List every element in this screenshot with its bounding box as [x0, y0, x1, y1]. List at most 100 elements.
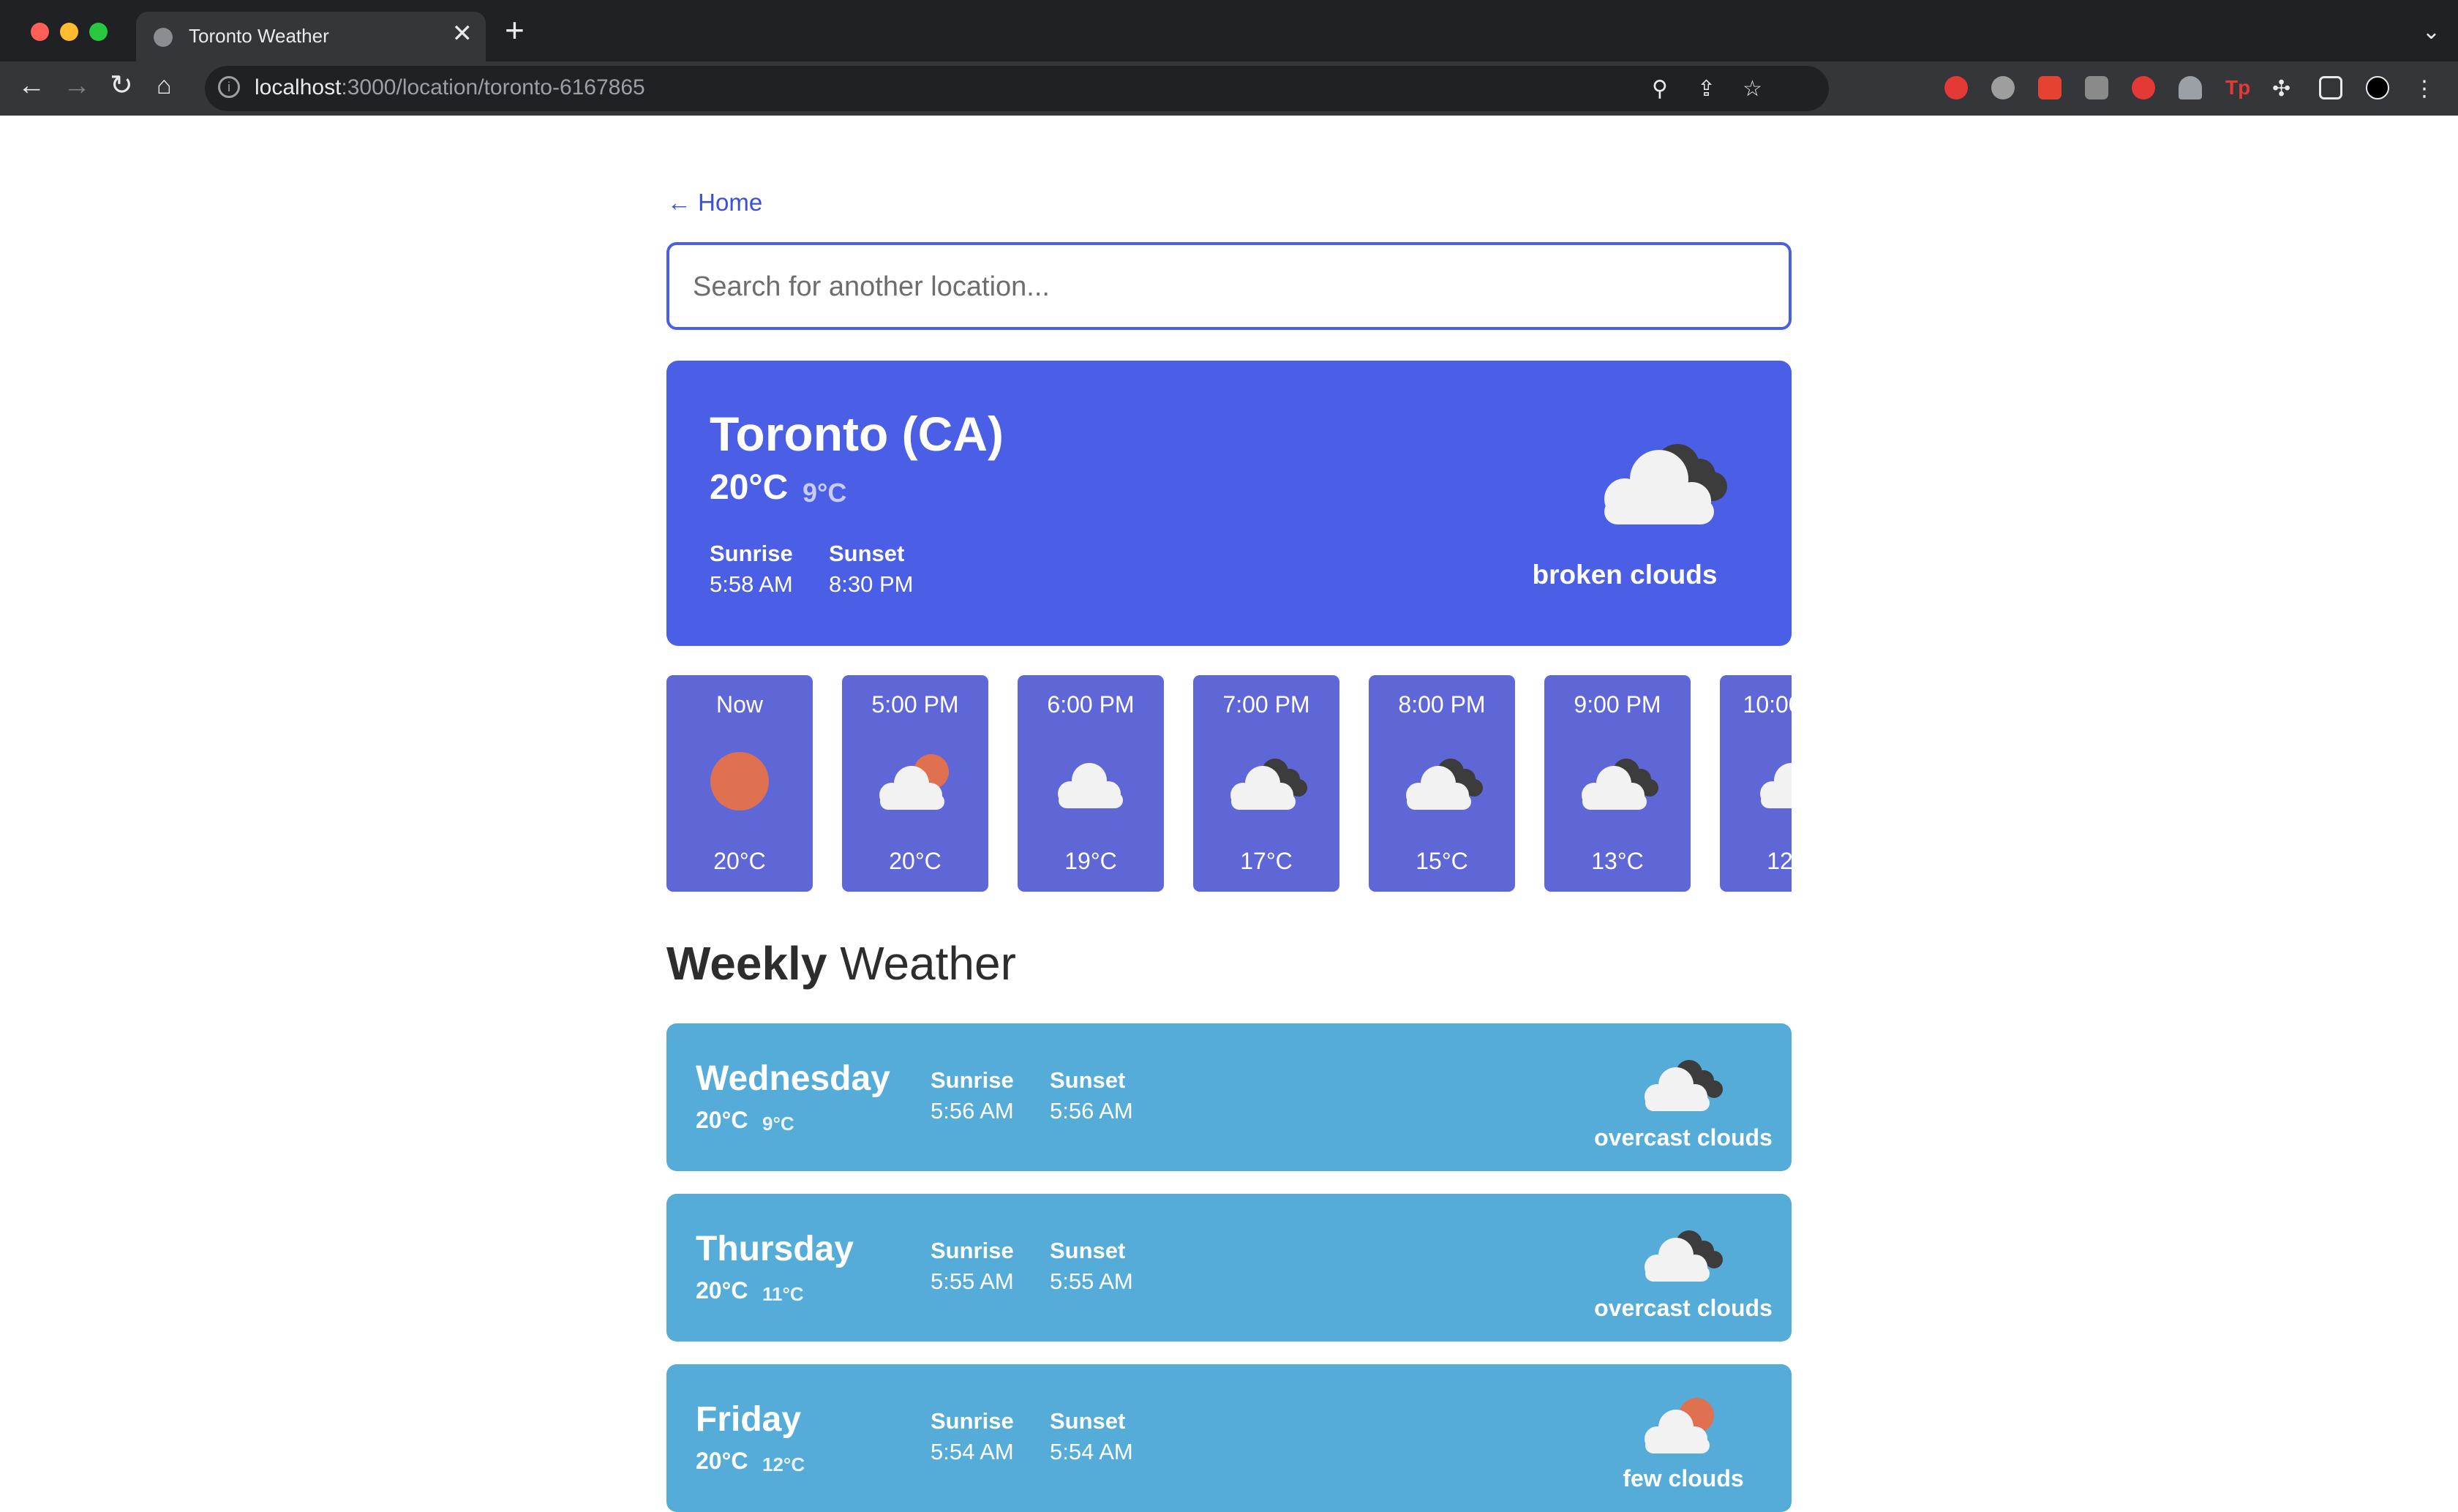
extensions-puzzle-icon[interactable]: ✣ [2272, 76, 2296, 101]
hour-temp: 12°C [1767, 848, 1792, 874]
home-icon[interactable]: ⌂ [157, 73, 172, 98]
extension-s-icon[interactable] [1991, 76, 2015, 99]
condition-text: broken clouds [1532, 560, 1718, 590]
minimize-window-button[interactable] [60, 23, 78, 41]
reload-icon[interactable]: ↻ [110, 72, 133, 99]
hourly-card[interactable]: 5:00 PM 20°C [842, 675, 988, 892]
day-card[interactable]: Friday 20°C 12°C Sunrise 5:54 AM Sunset … [666, 1364, 1792, 1512]
day-card[interactable]: Wednesday 20°C 9°C Sunrise 5:56 AM Sunse… [666, 1023, 1792, 1171]
extension-bird-icon[interactable] [2179, 76, 2202, 99]
day-name: Thursday [696, 1230, 854, 1268]
extension-tp-icon[interactable]: Tp [2225, 76, 2250, 99]
search-input[interactable] [691, 245, 1762, 328]
broken-clouds-icon [1645, 1060, 1723, 1111]
browser-tab[interactable]: Toronto Weather ✕ [136, 12, 486, 61]
hour-label: 8:00 PM [1398, 691, 1486, 718]
hour-label: Now [715, 691, 763, 718]
broken-clouds-icon [1230, 759, 1307, 810]
sunset-time: 5:56 AM [1050, 1098, 1133, 1124]
more-menu-icon[interactable]: ⋮ [2413, 76, 2436, 101]
city-name: Toronto (CA) [710, 407, 1004, 461]
sunrise-time: 5:56 AM [931, 1098, 1014, 1124]
cloud-icon [1058, 763, 1123, 808]
extension-hand-icon[interactable] [1944, 76, 1968, 99]
profile-avatar[interactable] [2366, 76, 2389, 99]
hourly-card[interactable]: 10:00 PM 12°C [1720, 675, 1792, 892]
sunrise-time: 5:58 AM [710, 571, 793, 597]
close-tab-icon[interactable]: ✕ [452, 19, 473, 48]
chevron-down-icon[interactable]: ⌄ [2422, 19, 2440, 45]
browser-toolbar: ← → ↻ ⌂ i localhost:3000/location/toront… [0, 61, 2458, 116]
hour-label: 9:00 PM [1574, 691, 1661, 718]
day-temp-min: 11°C [762, 1283, 804, 1305]
sunrise-time: 5:54 AM [931, 1439, 1014, 1464]
search-box[interactable] [666, 242, 1792, 330]
day-condition: overcast clouds [1594, 1124, 1773, 1151]
side-panel-icon[interactable] [2319, 76, 2342, 99]
hour-label: 7:00 PM [1222, 691, 1310, 718]
day-temp-max: 20°C [696, 1107, 748, 1133]
sunset-time: 8:30 PM [829, 571, 914, 597]
sunrise-label: Sunrise [931, 1238, 1014, 1263]
back-icon[interactable]: ← [18, 72, 45, 99]
hour-temp: 20°C [713, 848, 766, 874]
day-card[interactable]: Thursday 20°C 11°C Sunrise 5:55 AM Sunse… [666, 1194, 1792, 1342]
sunset-label: Sunset [1050, 1067, 1126, 1093]
temp-max: 20°C [710, 468, 789, 507]
current-weather-card: Toronto (CA) 20°C 9°C Sunrise 5:58 AM Su… [666, 361, 1792, 646]
cloud-icon [1760, 763, 1792, 808]
sunrise-label: Sunrise [931, 1408, 1014, 1434]
hour-label: 6:00 PM [1047, 691, 1135, 718]
address-bar[interactable]: i localhost:3000/location/toronto-616786… [205, 66, 1829, 111]
hour-temp: 15°C [1416, 848, 1468, 874]
close-window-button[interactable] [31, 23, 49, 41]
hourly-card[interactable]: 6:00 PM 19°C [1018, 675, 1164, 892]
hour-temp: 19°C [1064, 848, 1117, 874]
forward-icon[interactable]: → [63, 72, 91, 99]
sunrise-label: Sunrise [710, 541, 793, 566]
hour-label: 5:00 PM [871, 691, 959, 718]
sunset-time: 5:55 AM [1050, 1268, 1133, 1294]
broken-clouds-icon [1582, 759, 1658, 810]
few-clouds-icon [879, 754, 949, 810]
maximize-window-button[interactable] [89, 23, 108, 41]
sun-icon [710, 752, 769, 810]
day-temp-max: 20°C [696, 1448, 748, 1474]
day-condition: few clouds [1623, 1465, 1744, 1492]
hour-temp: 13°C [1591, 848, 1644, 874]
extension-f-icon[interactable] [2085, 76, 2108, 99]
broken-clouds-icon [1406, 759, 1483, 810]
hourly-card[interactable]: Now 20°C [666, 675, 813, 892]
day-temp-max: 20°C [696, 1277, 748, 1304]
info-icon[interactable]: i [218, 76, 240, 98]
hour-label: 10:00 PM [1743, 691, 1792, 718]
location-pin-icon[interactable]: ⚲ [1652, 76, 1668, 102]
globe-icon [154, 28, 173, 47]
star-icon[interactable]: ☆ [1743, 76, 1762, 102]
day-condition: overcast clouds [1594, 1295, 1773, 1321]
sunrise-time: 5:55 AM [931, 1268, 1014, 1294]
home-link[interactable]: ← Home [667, 189, 762, 217]
sunset-label: Sunset [1050, 1408, 1126, 1434]
day-temp-min: 12°C [762, 1453, 805, 1475]
sunset-label: Sunset [829, 541, 905, 566]
hour-temp: 20°C [889, 848, 942, 874]
day-temp-min: 9°C [762, 1113, 794, 1135]
hourly-card[interactable]: 8:00 PM 15°C [1369, 675, 1515, 892]
hourly-card[interactable]: 9:00 PM 13°C [1544, 675, 1691, 892]
broken-clouds-icon [1604, 444, 1727, 524]
sunrise-label: Sunrise [931, 1067, 1014, 1093]
weekly-weather-heading: Weekly Weather [666, 937, 1016, 990]
hourly-card[interactable]: 7:00 PM 17°C [1193, 675, 1339, 892]
url-text[interactable]: localhost:3000/location/toronto-6167865 [255, 75, 645, 100]
browser-chrome: Toronto Weather ✕ + ⌄ ← → ↻ ⌂ i localhos… [0, 0, 2458, 116]
sunset-time: 5:54 AM [1050, 1439, 1133, 1464]
tab-title: Toronto Weather [189, 25, 329, 47]
day-name: Wednesday [696, 1059, 890, 1098]
extension-play-icon[interactable] [2132, 76, 2155, 99]
hourly-forecast-strip[interactable]: Now 20°C 5:00 PM 20°C 6:00 PM 19°C 7:00 … [666, 675, 1792, 892]
extension-todoist-icon[interactable] [2038, 76, 2062, 99]
share-icon[interactable]: ⇪ [1697, 76, 1715, 102]
new-tab-button[interactable]: + [505, 13, 525, 47]
sunset-label: Sunset [1050, 1238, 1126, 1263]
